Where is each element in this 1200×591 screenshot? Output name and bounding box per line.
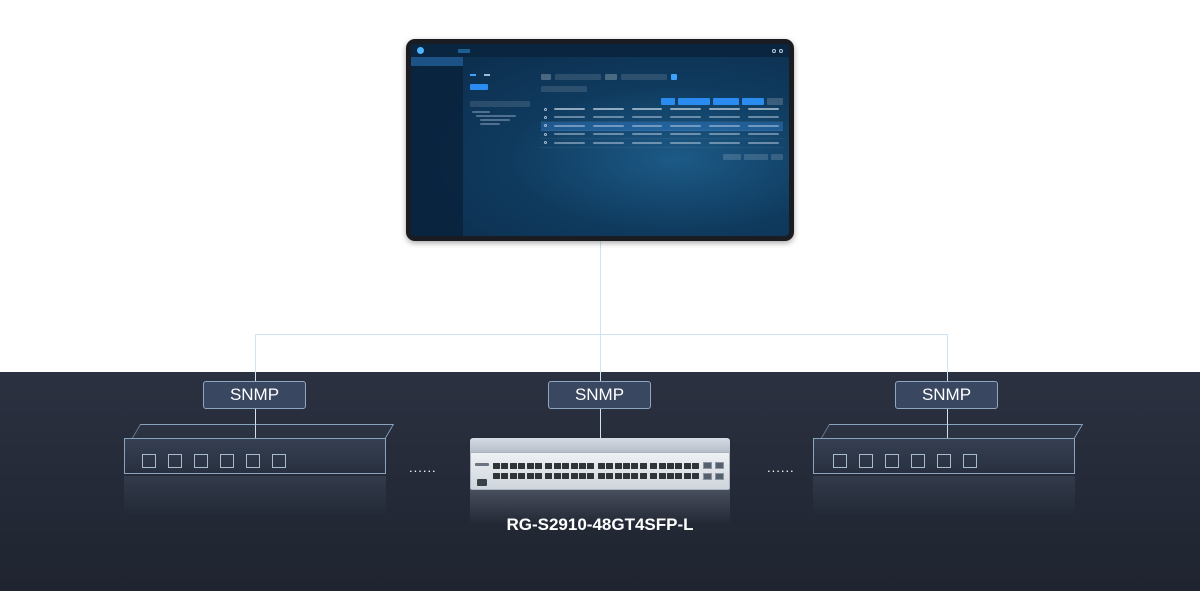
rj45-port — [597, 463, 605, 469]
network-diagram: SNMP SNMP SNMP ...... ...... RG-S2910-48… — [0, 0, 1200, 591]
screen-table-area — [541, 71, 783, 236]
rj45-port — [683, 463, 691, 469]
rj45-port — [553, 473, 561, 479]
screen-user-area — [772, 48, 783, 53]
switch-console-port — [477, 479, 487, 486]
rj45-port — [518, 473, 526, 479]
rj45-port — [606, 473, 614, 479]
rj45-port — [562, 463, 570, 469]
rj45-port — [545, 473, 553, 479]
rj45-port — [667, 463, 674, 469]
rj45-port — [587, 463, 595, 469]
screen-nav — [446, 48, 506, 53]
help-icon — [772, 48, 776, 53]
rj45-port — [614, 473, 622, 479]
switch-icon — [470, 438, 730, 490]
rj45-port — [526, 473, 534, 479]
management-screen — [411, 44, 789, 236]
screen-topbar — [411, 44, 789, 57]
rj45-port — [509, 463, 517, 469]
snmp-label-center: SNMP — [548, 381, 651, 409]
rj45-port — [587, 473, 595, 479]
rj45-port — [692, 463, 700, 469]
snmp-label-right: SNMP — [895, 381, 998, 409]
rj45-port — [606, 463, 614, 469]
rj45-port — [545, 463, 553, 469]
rj45-port — [683, 473, 691, 479]
rj45-port — [518, 463, 526, 469]
rj45-port — [501, 463, 509, 469]
rj45-port — [675, 473, 683, 479]
sfp-port — [715, 462, 724, 469]
rj45-port — [650, 463, 658, 469]
ellipsis-right: ...... — [767, 460, 795, 475]
monitor-icon — [406, 39, 794, 241]
rj45-port — [639, 463, 647, 469]
generic-switch-right — [813, 424, 1084, 516]
connector-right-down — [947, 334, 948, 382]
rj45-port — [579, 463, 586, 469]
connector-horizontal — [255, 334, 948, 335]
user-icon — [779, 48, 783, 53]
rj45-port — [493, 463, 500, 469]
device-model-label: RG-S2910-48GT4SFP-L — [506, 515, 694, 534]
sfp-port — [715, 473, 724, 480]
sfp-port — [703, 462, 712, 469]
generic-switch-left — [124, 424, 395, 516]
rj45-port — [639, 473, 647, 479]
rj45-port — [501, 473, 509, 479]
ellipsis-left: ...... — [409, 460, 437, 475]
rj45-port — [597, 473, 605, 479]
rj45-port — [650, 473, 658, 479]
rj45-port — [526, 463, 534, 469]
sfp-port — [703, 473, 712, 480]
rj45-port — [658, 463, 666, 469]
rj45-port — [623, 473, 630, 479]
switch-brand-mark — [475, 463, 489, 466]
connector-monitor-down — [600, 241, 601, 382]
rj45-port — [631, 463, 639, 469]
screen-tree-panel — [466, 71, 534, 236]
screen-content — [463, 57, 789, 236]
rj45-port — [667, 473, 674, 479]
rj45-port — [579, 473, 586, 479]
rj45-port — [570, 473, 578, 479]
rj45-port — [553, 463, 561, 469]
connector-left-down — [255, 334, 256, 382]
rj45-port — [623, 463, 630, 469]
snmp-label-left: SNMP — [203, 381, 306, 409]
rj45-port — [675, 463, 683, 469]
rj45-port — [535, 473, 542, 479]
rj45-port — [692, 473, 700, 479]
rj45-port — [535, 463, 542, 469]
rj45-port — [631, 473, 639, 479]
screen-sidebar — [411, 57, 463, 236]
rj45-port — [509, 473, 517, 479]
connector-center-to-device — [600, 408, 601, 438]
platform-logo-icon — [417, 47, 424, 54]
rj45-port — [562, 473, 570, 479]
rj45-port — [570, 463, 578, 469]
rj45-port — [614, 463, 622, 469]
rj45-port — [658, 473, 666, 479]
rj45-port — [493, 473, 500, 479]
